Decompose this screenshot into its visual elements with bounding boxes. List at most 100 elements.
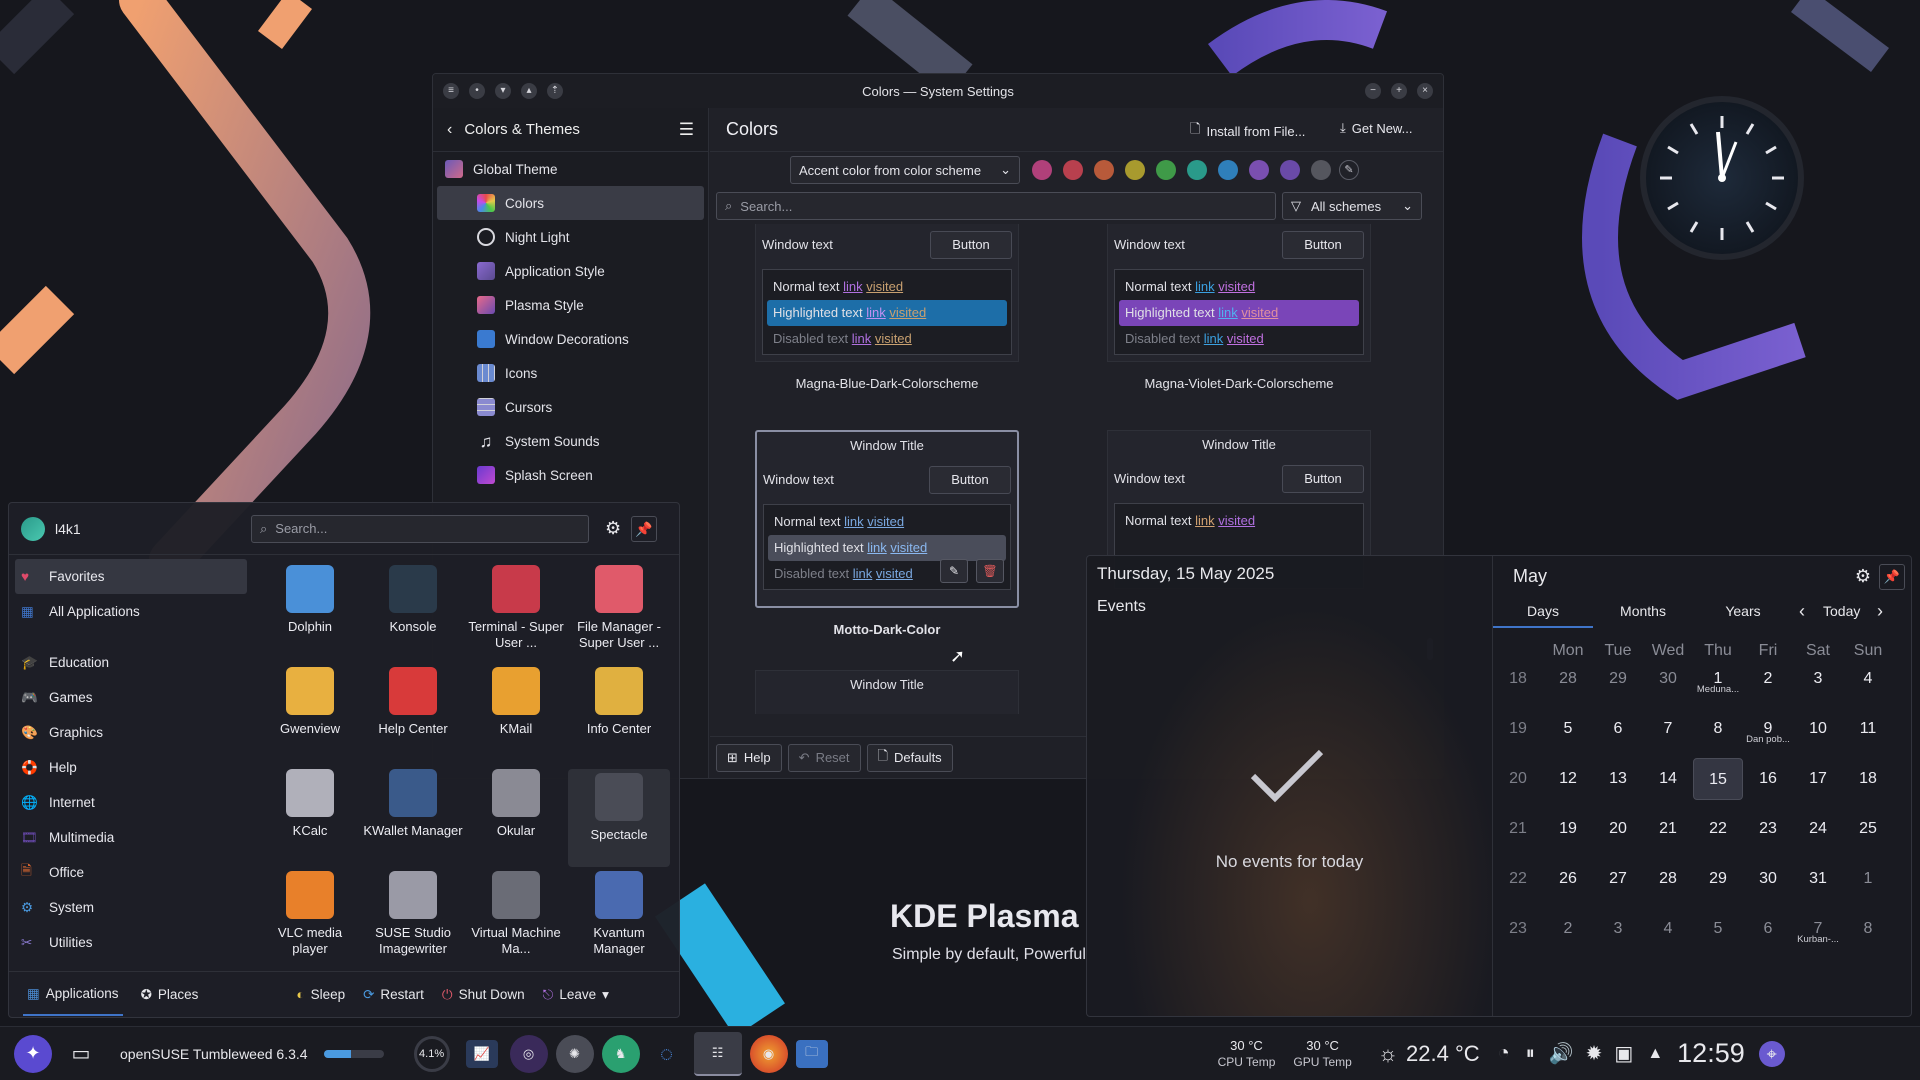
sidebar-item-application-style[interactable]: Application Style (433, 254, 708, 288)
app-help-center[interactable]: Help Center (362, 667, 464, 737)
app-vlc-media-player[interactable]: VLC media player (259, 871, 361, 957)
scheme-card[interactable]: Window Title (755, 670, 1019, 714)
weather-sun-icon[interactable]: ☼ (1378, 1041, 1398, 1067)
today-button[interactable]: Today (1823, 596, 1860, 626)
calendar-day[interactable]: 29 (1593, 658, 1643, 700)
calendar-day[interactable]: 4 (1843, 658, 1893, 700)
accent-color-dropdown[interactable]: Accent color from color scheme ⌄ (790, 156, 1020, 184)
pin-button[interactable]: 📌 (631, 515, 658, 542)
scheme-card-selected[interactable]: Window Title Window text Button Normal t… (755, 430, 1019, 637)
calendar-day[interactable]: 30 (1643, 658, 1693, 700)
accent-swatch[interactable] (1218, 160, 1238, 180)
calendar-day[interactable]: 14 (1643, 758, 1693, 800)
app-kmail[interactable]: KMail (465, 667, 567, 737)
calendar-day[interactable]: 1 (1843, 858, 1893, 900)
sleep-button[interactable]: ◐ Sleep (296, 987, 345, 1002)
next-month-icon[interactable]: › (1877, 596, 1883, 626)
help-button[interactable]: ⊞ Help (716, 743, 782, 772)
category-internet[interactable]: 🌐 Internet (9, 785, 253, 820)
calendar-day[interactable]: 8 (1693, 708, 1743, 750)
calendar-day[interactable]: 17 (1793, 758, 1843, 800)
sidebar-item-cursors[interactable]: Cursors (433, 390, 708, 424)
app-icon-green[interactable]: ♞ (601, 1034, 640, 1073)
sidebar-item-system-sounds[interactable]: ♫ System Sounds (433, 424, 708, 458)
firefox-icon[interactable]: ◉ (749, 1034, 788, 1073)
color-picker-icon[interactable]: ✎ (1339, 160, 1359, 180)
calendar-day[interactable]: 18 (1843, 758, 1893, 800)
sidebar-item-splash-screen[interactable]: Splash Screen (433, 458, 708, 492)
gear-icon[interactable]: ⚙ (605, 518, 621, 539)
accent-swatch[interactable] (1280, 160, 1300, 180)
leave-button[interactable]: ⎋ Leave ▾ (543, 987, 609, 1003)
calendar-day[interactable]: 11 (1843, 708, 1893, 750)
scheme-search-input[interactable]: ⌕ Search... (716, 192, 1276, 220)
category-favorites[interactable]: ♥ Favorites (15, 559, 247, 594)
calendar-day[interactable]: 2 (1743, 658, 1793, 700)
accent-swatch[interactable] (1125, 160, 1145, 180)
app-suse-studio-imagewriter[interactable]: SUSE Studio Imagewriter (362, 871, 464, 957)
brightness-icon[interactable]: ✹ (1586, 1041, 1603, 1066)
scheme-card[interactable]: Window Title Window text Button Normal t… (1107, 224, 1371, 391)
category-education[interactable]: 🎓 Education (9, 645, 253, 680)
media-pause-icon[interactable]: ⏸ (1526, 1043, 1535, 1064)
defaults-button[interactable]: 🗋 Defaults (866, 743, 953, 772)
calendar-day[interactable]: 6 (1743, 908, 1793, 950)
calendar-day[interactable]: 23 (1743, 808, 1793, 850)
app-icon-blue[interactable]: ◌ (648, 1035, 686, 1073)
sidebar-item-window-decorations[interactable]: Window Decorations (433, 322, 708, 356)
previous-month-icon[interactable]: ‹ (1799, 596, 1805, 626)
calendar-day[interactable]: 3 (1593, 908, 1643, 950)
maximize-icon[interactable]: + (1391, 83, 1407, 99)
calendar-day[interactable]: 16 (1743, 758, 1793, 800)
sidebar-item-plasma-style[interactable]: Plasma Style (433, 288, 708, 322)
accent-swatch[interactable] (1249, 160, 1269, 180)
display-icon[interactable]: ▣ (1614, 1041, 1633, 1066)
category-system[interactable]: ⚙ System (9, 890, 253, 925)
close-icon[interactable]: × (1417, 83, 1433, 99)
sidebar-back-label[interactable]: Colors & Themes (464, 121, 580, 138)
calendar-day[interactable]: 5 (1543, 708, 1593, 750)
app-terminal-super-user-[interactable]: Terminal - Super User ... (465, 565, 567, 651)
calendar-day[interactable]: 3 (1793, 658, 1843, 700)
calendar-day[interactable]: 19 (1543, 808, 1593, 850)
accent-swatch[interactable] (1063, 160, 1083, 180)
app-info-center[interactable]: Info Center (568, 667, 670, 737)
calendar-day[interactable]: 27 (1593, 858, 1643, 900)
avatar[interactable] (21, 516, 45, 541)
calendar-day[interactable]: 21 (1643, 808, 1693, 850)
timer-icon[interactable]: ◔ (1498, 1042, 1510, 1065)
tab-months[interactable]: Months (1593, 596, 1693, 626)
gear-icon[interactable]: ⚙ (1855, 566, 1871, 587)
calendar-day[interactable]: 2 (1543, 908, 1593, 950)
category-graphics[interactable]: 🎨 Graphics (9, 715, 253, 750)
category-multimedia[interactable]: 🎞 Multimedia (9, 820, 253, 855)
scheme-card[interactable]: Window Title Window text Button Normal t… (755, 224, 1019, 391)
accent-swatch[interactable] (1187, 160, 1207, 180)
keep-above-icon[interactable]: ⇡ (547, 83, 563, 99)
app-file-manager-super-user-[interactable]: File Manager - Super User ... (568, 565, 670, 651)
places-tab[interactable]: ✪ Places (141, 987, 199, 1003)
cpu-temp-widget[interactable]: 30 °C CPU Temp (1218, 1038, 1276, 1070)
get-new-button[interactable]: ⤓ Get New... (1340, 120, 1412, 136)
calendar-day[interactable]: 25 (1843, 808, 1893, 850)
calendar-day[interactable]: 30 (1743, 858, 1793, 900)
sidebar-item-colors[interactable]: Colors (437, 186, 704, 220)
cpu-load-widget[interactable]: 4.1% (413, 1035, 450, 1072)
calendar-day[interactable]: 7 Kurban-... (1793, 908, 1843, 950)
app-virtual-machine-ma-[interactable]: Virtual Machine Ma... (465, 871, 567, 957)
tab-days[interactable]: Days (1493, 596, 1593, 628)
accent-swatch[interactable] (1094, 160, 1114, 180)
calendar-day[interactable]: 20 (1593, 808, 1643, 850)
restart-button[interactable]: ⟳ Restart (363, 987, 424, 1003)
sidebar-item-icons[interactable]: Icons (433, 356, 708, 390)
pin-icon[interactable]: • (469, 83, 485, 99)
calendar-day-today[interactable]: 15 (1693, 758, 1743, 800)
dolphin-task-icon[interactable]: 🗀 (795, 1039, 828, 1068)
show-desktop-icon[interactable]: ▭ (62, 1035, 100, 1073)
settings-app-icon[interactable]: ✺ (555, 1034, 594, 1073)
app-okular[interactable]: Okular (465, 769, 567, 839)
calendar-day[interactable]: 10 (1793, 708, 1843, 750)
tab-years[interactable]: Years (1693, 596, 1793, 626)
delete-scheme-button[interactable]: 🗑 (976, 559, 1004, 583)
calendar-day[interactable]: 9 Dan pob... (1743, 708, 1793, 750)
